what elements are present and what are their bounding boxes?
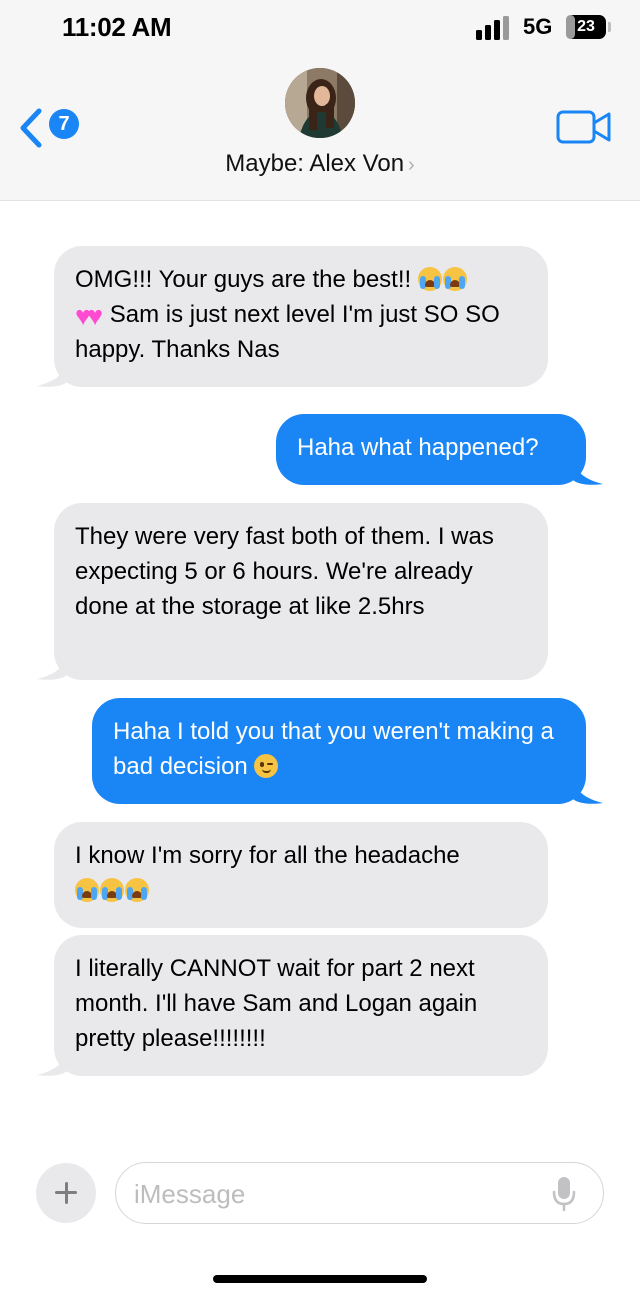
crying-face-emoji xyxy=(417,266,468,293)
message-bubble-incoming[interactable]: I know I'm sorry for all the headache xyxy=(54,822,548,928)
winking-face-emoji xyxy=(254,754,279,778)
pink-heart-emoji: ♥♥ xyxy=(75,301,104,331)
message-bubble-incoming[interactable]: They were very fast both of them. I was … xyxy=(37,503,548,680)
status-bar: 11:02 AM 5G 23 xyxy=(0,0,640,56)
bubble-tail xyxy=(37,1045,67,1076)
message-bubble-incoming[interactable]: I literally CANNOT wait for part 2 next … xyxy=(37,935,548,1076)
message-input-placeholder: iMessage xyxy=(134,1179,246,1209)
status-time: 11:02 AM xyxy=(62,12,172,42)
bubble-tail xyxy=(573,454,603,485)
chevron-right-icon: › xyxy=(408,154,415,176)
network-type: 5G xyxy=(523,14,553,39)
message-bubble-outgoing[interactable]: Haha I told you that you weren't making … xyxy=(92,698,603,804)
bubble-tail xyxy=(37,649,67,680)
home-indicator[interactable] xyxy=(213,1275,427,1283)
chevron-left-icon xyxy=(20,108,42,148)
battery-icon: 23 xyxy=(566,15,606,39)
message-text: I literally CANNOT wait for part 2 next … xyxy=(75,955,478,1052)
message-bubble-incoming[interactable]: OMG!!! Your guys are the best!! ♥♥ Sam i… xyxy=(37,246,548,387)
battery-cap xyxy=(608,22,611,32)
contact-name-button[interactable]: Maybe: Alex Von › xyxy=(0,150,640,178)
conversation-header: 7 Maybe: Alex Von › xyxy=(0,56,640,201)
message-text: Haha what happened? xyxy=(297,434,539,461)
message-text: Haha I told you that you weren't making … xyxy=(113,718,554,780)
message-text: They were very fast both of them. I was … xyxy=(75,523,494,620)
message-text: I know I'm sorry for all the headache xyxy=(75,842,460,869)
message-input[interactable]: iMessage xyxy=(115,1162,604,1224)
battery-level: 23 xyxy=(577,18,595,35)
message-bubble-outgoing[interactable]: Haha what happened? xyxy=(276,414,603,485)
crying-face-emoji xyxy=(75,877,150,904)
message-text: OMG!!! Your guys are the best!! xyxy=(75,266,418,293)
contact-avatar[interactable] xyxy=(285,68,355,138)
plus-icon[interactable] xyxy=(36,1163,96,1223)
message-thread[interactable]: OMG!!! Your guys are the best!! ♥♥ Sam i… xyxy=(0,201,640,1141)
bubble-tail xyxy=(573,773,603,804)
bubble-tail xyxy=(37,356,67,387)
microphone-icon[interactable] xyxy=(550,1175,578,1213)
message-text: Sam is just next level I'm just SO SO ha… xyxy=(75,301,500,363)
back-button[interactable]: 7 xyxy=(16,104,86,150)
cellular-signal-icon xyxy=(476,16,510,40)
video-camera-icon[interactable] xyxy=(556,110,612,144)
avatar-photo xyxy=(285,68,355,138)
unread-count-badge: 7 xyxy=(49,109,79,139)
contact-name: Maybe: Alex Von xyxy=(225,150,405,177)
